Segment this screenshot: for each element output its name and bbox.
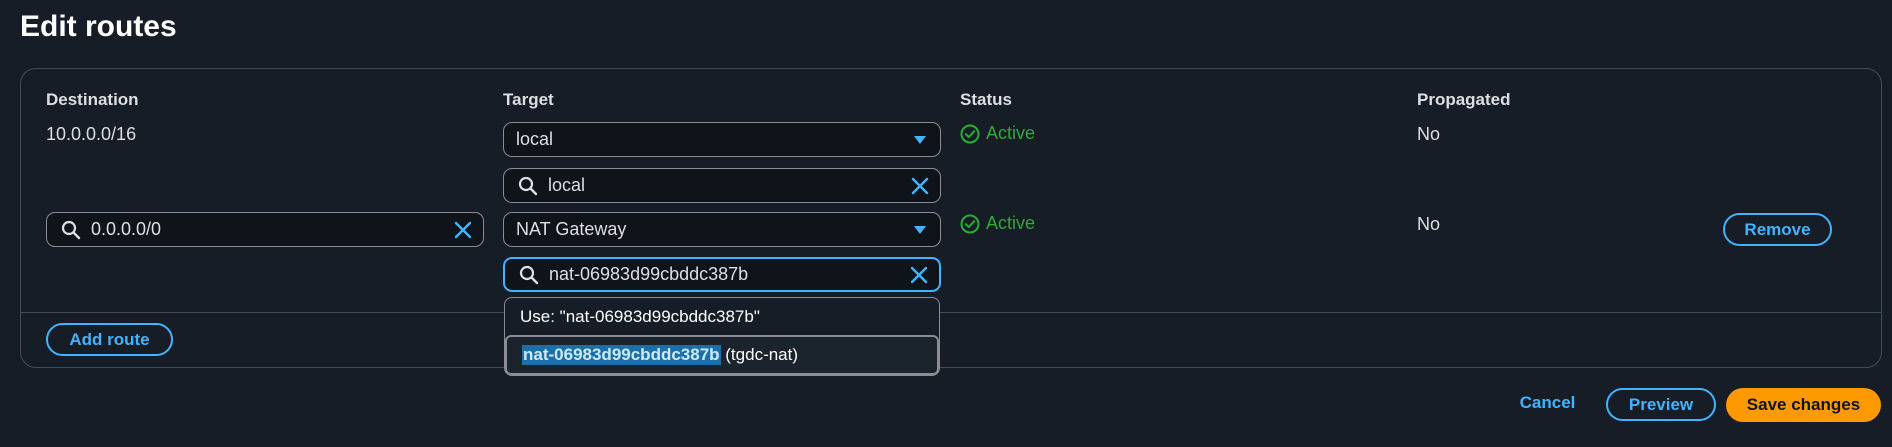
dropdown-option-match-suffix: (tgdc-nat) [720,345,799,364]
panel-divider [21,312,1881,313]
route-1-target-select-value: local [516,129,554,149]
column-header-destination: Destination [46,90,139,109]
check-circle-icon [960,124,980,144]
dropdown-option-match-text: nat-06983d99cbddc387b [522,345,721,365]
dropdown-option-use-value[interactable]: Use: "nat-06983d99cbddc387b" [505,298,939,335]
route-2-target-select-value: NAT Gateway [516,219,627,239]
route-1-target-select[interactable]: local [503,122,941,157]
route-2-target-search-value: nat-06983d99cbddc387b [549,264,749,284]
route-2-target-search-input[interactable]: nat-06983d99cbddc387b [503,257,941,292]
dropdown-option-use-label: Use: "nat-06983d99cbddc387b" [520,306,760,326]
route-2-propagated: No [1417,214,1441,234]
search-icon [504,169,538,202]
route-1-status-label: Active [986,123,1036,143]
target-suggestions-dropdown: Use: "nat-06983d99cbddc387b" nat-06983d9… [504,297,940,376]
route-1-status: Active [960,123,1035,144]
caret-down-icon [900,213,940,246]
route-2-destination-input[interactable]: 0.0.0.0/0 [46,212,484,247]
route-1-propagated: No [1417,124,1441,144]
caret-down-icon [900,123,940,156]
route-1-destination: 10.0.0.0/16 [46,124,137,144]
cancel-button[interactable]: Cancel [1510,386,1585,420]
search-icon [47,213,81,246]
dropdown-option-nat-gateway[interactable]: nat-06983d99cbddc387b (tgdc-nat) [505,335,939,375]
remove-route-button[interactable]: Remove [1723,213,1832,246]
add-route-button[interactable]: Add route [46,323,173,356]
column-header-propagated: Propagated [1417,90,1511,109]
column-header-target: Target [503,90,554,109]
check-circle-icon [960,214,980,234]
route-2-target-select[interactable]: NAT Gateway [503,212,941,247]
route-1-target-search-input[interactable]: local [503,168,941,203]
route-2-status: Active [960,213,1035,234]
column-header-status: Status [960,90,1012,109]
preview-button[interactable]: Preview [1606,388,1716,421]
route-2-destination-value: 0.0.0.0/0 [91,219,162,239]
page-title: Edit routes [20,10,177,43]
route-2-status-label: Active [986,213,1036,233]
close-icon[interactable] [900,169,940,202]
search-icon [505,259,539,290]
close-icon[interactable] [899,259,939,290]
close-icon[interactable] [443,213,483,246]
route-1-target-search-value: local [548,175,586,195]
save-changes-button[interactable]: Save changes [1726,388,1881,422]
